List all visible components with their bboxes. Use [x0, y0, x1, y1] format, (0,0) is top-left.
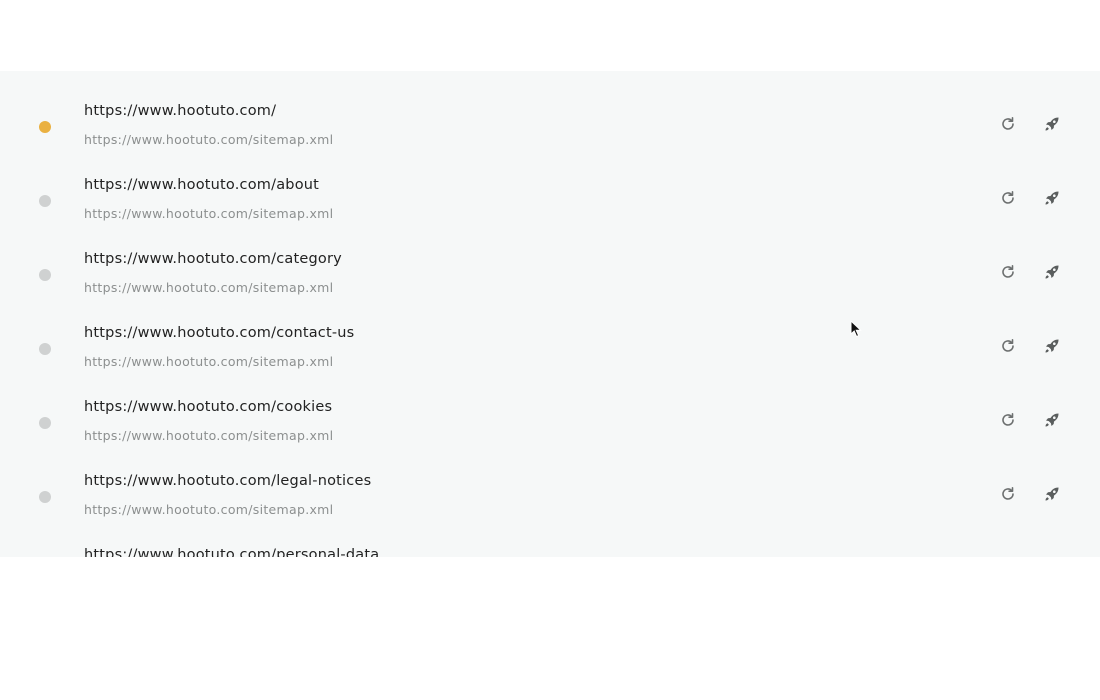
url-list: https://www.hootuto.com/ https://www.hoo…	[0, 71, 1100, 557]
page-url[interactable]: https://www.hootuto.com/	[84, 103, 276, 119]
status-dot	[39, 195, 51, 207]
refresh-button[interactable]	[996, 260, 1020, 284]
launch-button[interactable]	[1040, 186, 1064, 210]
list-item: https://www.hootuto.com/about https://ww…	[0, 145, 1100, 221]
page-url[interactable]: https://www.hootuto.com/contact-us	[84, 325, 354, 341]
page-url[interactable]: https://www.hootuto.com/cookies	[84, 399, 332, 415]
rocket-icon	[1045, 191, 1059, 205]
status-dot	[39, 417, 51, 429]
rocket-icon	[1045, 117, 1059, 131]
status-dot	[39, 491, 51, 503]
refresh-icon	[1002, 413, 1014, 426]
status-dot	[39, 343, 51, 355]
refresh-button[interactable]	[996, 334, 1020, 358]
launch-button[interactable]	[1040, 260, 1064, 284]
refresh-icon	[1002, 487, 1014, 500]
list-item: https://www.hootuto.com/category https:/…	[0, 219, 1100, 295]
refresh-button[interactable]	[996, 112, 1020, 136]
refresh-button[interactable]	[996, 408, 1020, 432]
launch-button[interactable]	[1040, 112, 1064, 136]
refresh-icon	[1002, 191, 1014, 204]
list-item: https://www.hootuto.com/ https://www.hoo…	[0, 71, 1100, 147]
refresh-icon	[1002, 339, 1014, 352]
list-item: https://www.hootuto.com/personal-data	[0, 515, 1100, 557]
rocket-icon	[1045, 265, 1059, 279]
page-url[interactable]: https://www.hootuto.com/category	[84, 251, 342, 267]
page-url[interactable]: https://www.hootuto.com/legal-notices	[84, 473, 371, 489]
refresh-button[interactable]	[996, 482, 1020, 506]
launch-button[interactable]	[1040, 334, 1064, 358]
refresh-icon	[1002, 117, 1014, 130]
rocket-icon	[1045, 487, 1059, 501]
list-item: https://www.hootuto.com/cookies https://…	[0, 367, 1100, 443]
launch-button[interactable]	[1040, 408, 1064, 432]
rocket-icon	[1045, 413, 1059, 427]
launch-button[interactable]	[1040, 482, 1064, 506]
list-item: https://www.hootuto.com/legal-notices ht…	[0, 441, 1100, 517]
status-dot	[39, 121, 51, 133]
list-item: https://www.hootuto.com/contact-us https…	[0, 293, 1100, 369]
rocket-icon	[1045, 339, 1059, 353]
refresh-icon	[1002, 265, 1014, 278]
refresh-button[interactable]	[996, 186, 1020, 210]
page-url[interactable]: https://www.hootuto.com/personal-data	[84, 547, 379, 557]
status-dot	[39, 269, 51, 281]
page: https://www.hootuto.com/ https://www.hoo…	[0, 0, 1100, 700]
mouse-cursor-icon	[850, 320, 862, 338]
page-url[interactable]: https://www.hootuto.com/about	[84, 177, 319, 193]
